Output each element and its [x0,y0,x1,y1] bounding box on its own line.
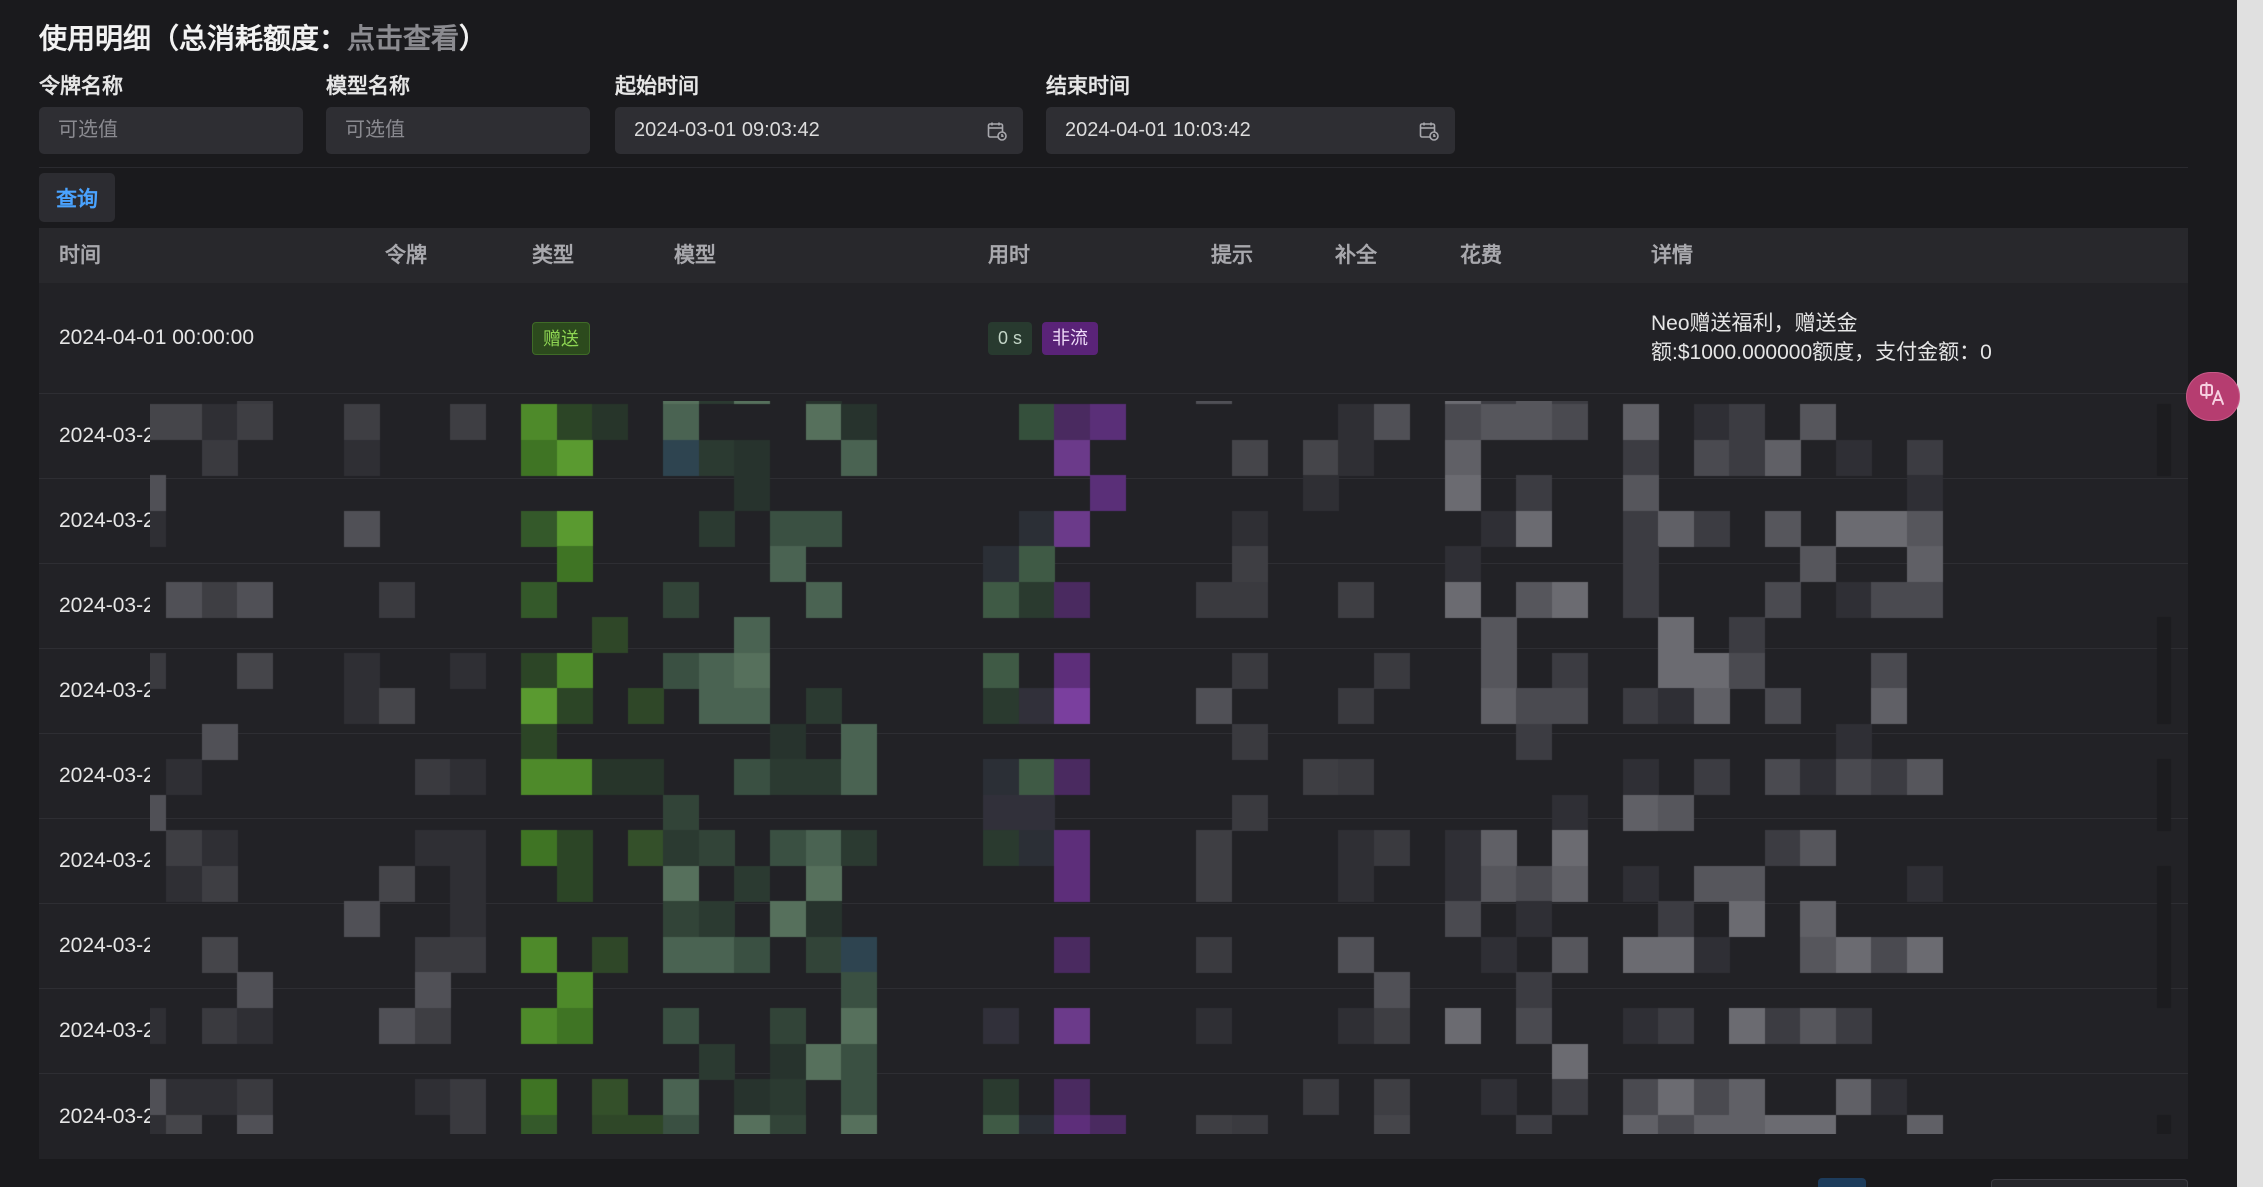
redaction-mosaic [150,401,2188,1134]
end-time-input[interactable] [1046,107,1455,154]
cell-time: 2024-03-2 [59,1019,150,1042]
start-time-input[interactable] [615,107,1023,154]
cell-time: 2024-03-2 [59,679,150,702]
page-scroll-track [2237,0,2263,1187]
start-time-label: 起始时间 [615,75,699,98]
pagination-current-page[interactable] [1818,1178,1866,1187]
column-header-duration[interactable]: 用时 [968,228,1191,283]
model-name-field[interactable] [326,107,590,154]
stream-tag: 非流 [1042,321,1099,355]
translate-button[interactable] [2186,372,2240,421]
token-name-label: 令牌名称 [39,75,123,98]
column-header-prompt[interactable]: 提示 [1191,228,1315,283]
cell-time: 2024-03-2 [59,934,150,957]
end-time-label: 结束时间 [1046,75,1130,98]
cell-time: 2024-03-2 [59,1104,150,1128]
page-title: 使用明细（总消耗额度：点击查看） [39,22,487,56]
translate-icon [2199,382,2227,411]
token-name-field[interactable] [39,107,303,154]
column-header-completion[interactable]: 补全 [1315,228,1440,283]
view-total-quota-link[interactable]: 点击查看 [347,23,459,54]
table-row: 2024-04-01 00:00:00 赠送 0 s 非流 Neo赠送福利，赠送金… [39,283,2188,394]
cell-time: 2024-03-2 [59,849,150,872]
cell-time: 2024-03-2 [59,764,150,787]
cell-duration: 0 s 非流 [968,321,1191,355]
column-header-cost[interactable]: 花费 [1440,228,1631,283]
duration-tag: 0 s [988,321,1033,355]
table-header: 时间 令牌 类型 模型 用时 提示 补全 花费 详情 [39,228,2188,283]
cell-time: 2024-04-01 00:00:00 [59,326,254,349]
type-tag: 赠送 [532,321,590,355]
column-header-time[interactable]: 时间 [39,228,365,283]
column-header-detail[interactable]: 详情 [1631,228,2188,283]
calendar-icon[interactable] [987,121,1007,141]
model-name-label: 模型名称 [326,75,410,98]
query-button[interactable]: 查询 [39,173,115,222]
cell-detail: Neo赠送福利，赠送金 额:$1000.000000额度，支付金额：0 [1631,309,2188,367]
model-name-input[interactable] [326,107,590,154]
end-time-field[interactable] [1046,107,1455,154]
cell-time: 2024-03-2 [59,594,150,617]
column-header-model[interactable]: 模型 [654,228,968,283]
page-size-select[interactable] [1991,1179,2188,1187]
token-name-input[interactable] [39,107,303,154]
cell-time: 2024-03-2 [59,509,150,532]
page-title-text: 使用明细（总消耗额度： [39,23,348,54]
filter-divider [39,167,2188,168]
column-header-type[interactable]: 类型 [512,228,654,283]
detail-line: 额:$1000.000000额度，支付金额：0 [1651,341,1992,364]
column-header-token[interactable]: 令牌 [365,228,512,283]
start-time-field[interactable] [615,107,1023,154]
calendar-icon[interactable] [1419,121,1439,141]
cell-type: 赠送 [512,321,654,355]
detail-line: Neo赠送福利，赠送金 [1651,312,1858,335]
page-title-suffix: ） [459,23,488,54]
cell-time: 2024-03-2 [59,424,150,447]
